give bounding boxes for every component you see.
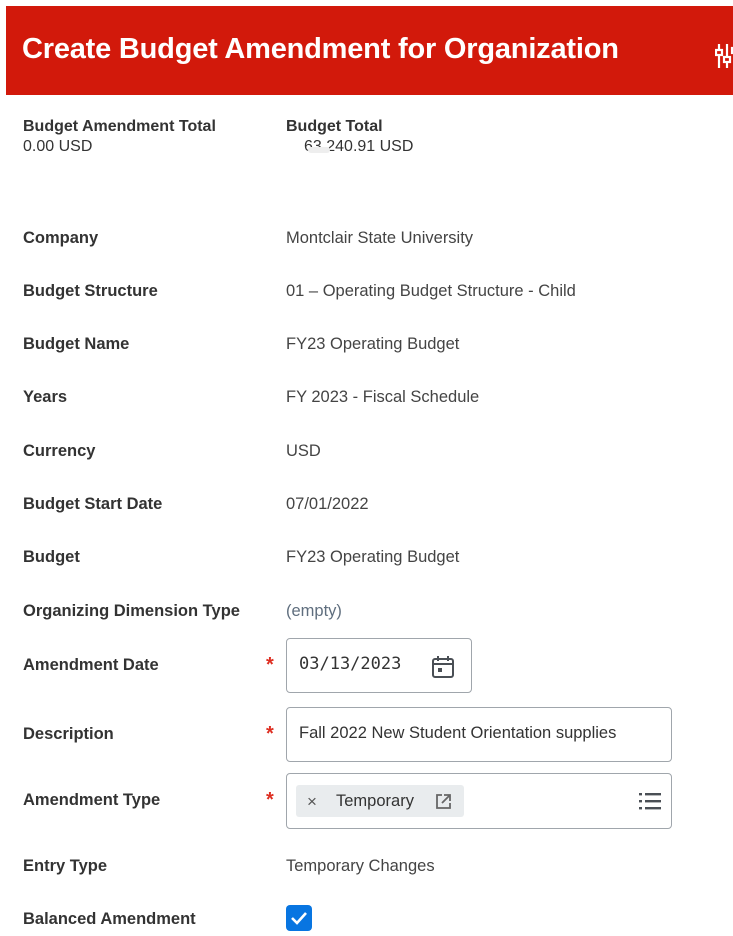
calendar-icon[interactable]	[430, 654, 456, 680]
budget-structure-label: Budget Structure	[23, 282, 158, 300]
description-label: Description	[23, 725, 114, 743]
required-indicator: *	[266, 654, 274, 676]
selected-pill-temporary[interactable]: × Temporary	[296, 785, 464, 817]
required-indicator: *	[266, 789, 274, 811]
company-value: Montclair State University	[286, 229, 474, 247]
balanced-amendment-checkbox[interactable]	[286, 905, 312, 931]
budget-total: Budget Total 63,240.91 USD	[286, 117, 413, 157]
years-value: FY 2023 - Fiscal Schedule	[286, 388, 480, 406]
budget-name-label: Budget Name	[23, 335, 130, 353]
external-link-icon[interactable]	[435, 793, 452, 810]
amendment-date-input[interactable]: 03/13/2023	[286, 638, 472, 693]
description-text[interactable]: Fall 2022 New Student Orientation suppli…	[299, 724, 616, 743]
page-title: Create Budget Amendment for Organization	[22, 33, 619, 65]
page-header: Create Budget Amendment for Organization	[6, 6, 733, 95]
remove-icon[interactable]: ×	[307, 792, 317, 812]
budget-total-label: Budget Total	[286, 118, 383, 135]
entry-type-label: Entry Type	[23, 857, 108, 875]
budget-start-date-label: Budget Start Date	[23, 495, 163, 513]
organizing-dimension-type-value: (empty)	[286, 602, 342, 620]
company-label: Company	[23, 229, 99, 247]
prompt-list-icon[interactable]	[638, 791, 662, 811]
required-indicator: *	[266, 723, 274, 745]
budget-start-date-value: 07/01/2022	[286, 495, 369, 513]
amendment-date-text[interactable]: 03/13/2023	[299, 654, 401, 674]
currency-label: Currency	[23, 442, 96, 460]
years-label: Years	[23, 388, 68, 406]
selected-pill-label: Temporary	[336, 792, 414, 810]
amendment-total-value: 0.00 USD	[23, 138, 93, 155]
related-actions-icon[interactable]	[715, 42, 733, 70]
redaction-mark	[308, 147, 330, 153]
balanced-amendment-label: Balanced Amendment	[23, 910, 196, 928]
amendment-date-label: Amendment Date	[23, 656, 159, 674]
budget-total-value: 63,240.91 USD	[304, 138, 414, 155]
budget-structure-value: 01 – Operating Budget Structure - Child	[286, 282, 576, 300]
amendment-type-prompt[interactable]: × Temporary	[286, 773, 672, 829]
amendment-type-label: Amendment Type	[23, 791, 161, 809]
organizing-dimension-type-label: Organizing Dimension Type	[23, 602, 240, 620]
budget-name-value: FY23 Operating Budget	[286, 335, 460, 353]
checkmark-icon	[291, 912, 307, 925]
description-input[interactable]: Fall 2022 New Student Orientation suppli…	[286, 707, 672, 762]
budget-value: FY23 Operating Budget	[286, 548, 460, 566]
amendment-total: Budget Amendment Total 0.00 USD	[23, 117, 216, 157]
budget-label: Budget	[23, 548, 80, 566]
amendment-total-label: Budget Amendment Total	[23, 118, 216, 135]
entry-type-value: Temporary Changes	[286, 857, 435, 875]
currency-value: USD	[286, 442, 321, 460]
